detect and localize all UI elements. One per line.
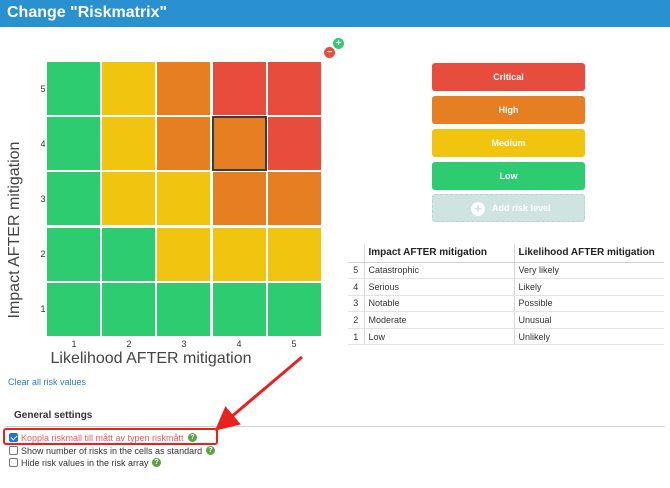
table-cell[interactable]: Unusual [513,311,664,329]
option-label[interactable]: Koppla riskmall till mått av typen riskm… [21,432,184,444]
risk-level-high[interactable]: High [432,96,585,124]
x-tick: 4 [236,339,242,349]
table-row: 4 Serious Likely [348,278,664,296]
x-tick: 5 [291,339,297,349]
option-label[interactable]: Show number of risks in the cells as sta… [21,445,202,457]
risk-cell[interactable] [266,116,322,172]
risk-cell[interactable] [46,61,101,116]
risk-cell[interactable] [156,116,212,172]
table-row: 1 Low Unlikely [348,328,664,346]
hide-risk-values-checkbox[interactable] [9,458,18,467]
risk-cell[interactable] [266,171,322,227]
column-header-impact: Impact AFTER mitigation [363,244,514,263]
x-tick: 3 [181,339,187,349]
risk-cell[interactable] [211,281,267,337]
column-header-likelihood: Likelihood AFTER mitigation [513,244,664,263]
table-row: 5 Catastrophic Very likely [348,262,664,280]
table-cell[interactable]: Serious [363,278,514,296]
table-cell[interactable]: Likely [513,278,664,296]
risk-cell[interactable] [156,171,212,227]
help-icon[interactable]: ? [206,446,215,455]
general-settings-heading: General settings [14,410,93,421]
table-cell[interactable]: Possible [513,295,664,313]
table-cell: 3 [348,295,364,313]
help-icon[interactable]: ? [152,458,161,467]
table-cell: 5 [348,262,364,280]
risk-cell[interactable] [156,226,212,282]
risk-cell[interactable] [46,226,101,282]
add-risk-level-label: Add risk level [492,203,551,213]
table-cell: 1 [348,328,364,346]
table-cell: 2 [348,311,364,329]
risk-cell[interactable] [101,226,157,282]
risk-cell[interactable] [211,116,267,172]
x-tick: 2 [126,339,132,349]
help-icon[interactable]: ? [188,433,197,442]
table-cell[interactable]: Unlikely [513,328,664,346]
x-tick: 1 [71,339,77,349]
risk-definitions-table: Impact AFTER mitigation Likelihood AFTER… [348,244,664,346]
risk-cell[interactable] [211,61,267,116]
x-axis-label: Likelihood AFTER mitigation [50,350,252,367]
risk-cell[interactable] [266,281,322,337]
table-row: 3 Notable Possible [348,295,664,313]
divider [5,426,665,427]
table-cell[interactable]: Notable [363,295,514,313]
link-risk-template-checkbox[interactable] [9,433,18,442]
risk-cell[interactable] [101,281,157,337]
risk-cell[interactable] [266,61,322,116]
remove-row-column-button[interactable]: − [324,47,335,58]
risk-cell[interactable] [46,281,101,337]
table-row: 2 Moderate Unusual [348,311,664,329]
minus-icon: − [326,47,333,58]
risk-cell[interactable] [46,171,101,227]
risk-cell[interactable] [101,171,157,227]
risk-cell[interactable] [266,226,322,282]
show-risk-count-checkbox[interactable] [9,446,18,455]
option-label[interactable]: Hide risk values in the risk array [21,457,149,469]
risk-cell[interactable] [46,116,101,172]
window-title: Change "Riskmatrix" [7,4,168,21]
clear-risk-values-link[interactable]: Clear all risk values [8,377,86,387]
table-cell[interactable]: Catastrophic [363,262,514,280]
y-axis-label: Impact AFTER mitigation [6,141,23,319]
risk-level-low[interactable]: Low [432,162,585,190]
column-header [348,244,364,263]
risk-cell[interactable] [211,171,267,227]
add-risk-level-button[interactable]: + Add risk level [432,194,585,222]
plus-icon: + [335,38,342,49]
risk-cell[interactable] [211,226,267,282]
table-cell: 4 [348,278,364,296]
risk-cell[interactable] [101,116,157,172]
risk-level-critical[interactable]: Critical [432,63,585,91]
risk-cell[interactable] [156,281,212,337]
plus-circle-icon: + [471,202,485,216]
add-row-column-button[interactable]: + [333,38,344,49]
table-cell[interactable]: Moderate [363,311,514,329]
table-cell[interactable]: Low [363,328,514,346]
window-titlebar: Change "Riskmatrix" [0,0,670,27]
risk-matrix-grid [46,61,323,337]
risk-cell[interactable] [101,61,157,116]
risk-level-medium[interactable]: Medium [432,129,585,157]
table-cell[interactable]: Very likely [513,262,664,280]
table-header-row: Impact AFTER mitigation Likelihood AFTER… [348,244,664,263]
risk-cell[interactable] [156,61,212,116]
